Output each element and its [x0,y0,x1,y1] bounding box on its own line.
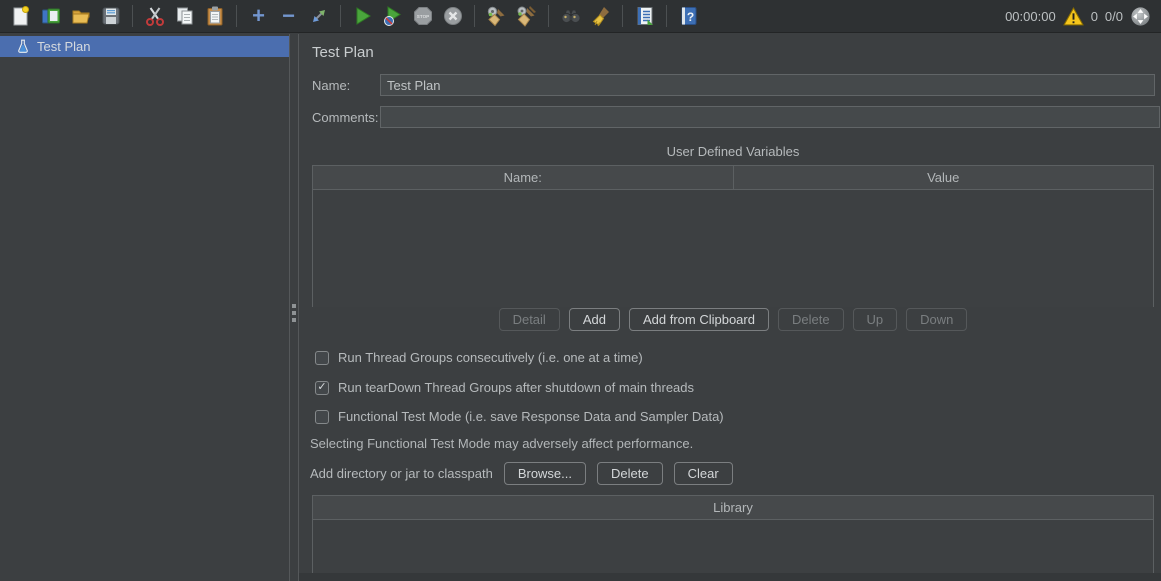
new-file-icon[interactable] [8,4,33,29]
udv-column-name: Name: [313,166,733,189]
shutdown-icon [440,4,465,29]
toolbar-separator [666,5,667,27]
checkbox-unchecked-icon[interactable] [315,351,329,365]
expand-all-icon[interactable]: + [246,4,271,29]
panel-bottom-strip [299,573,1161,581]
option-row-teardown[interactable]: Run tearDown Thread Groups after shutdow… [315,380,694,395]
cut-icon[interactable] [142,4,167,29]
library-table-body[interactable] [313,520,1153,573]
udv-table: Name: Value [312,165,1154,307]
toolbar-separator [622,5,623,27]
toolbar-separator [236,5,237,27]
toolbar-separator [340,5,341,27]
browse-button[interactable]: Browse... [504,462,586,485]
clear-all-icon[interactable] [514,4,539,29]
start-no-pauses-icon[interactable] [380,4,405,29]
udv-table-header: Name: Value [313,166,1153,190]
copy-icon[interactable] [172,4,197,29]
classpath-label: Add directory or jar to classpath [310,466,493,481]
option-label: Functional Test Mode (i.e. save Response… [338,409,724,424]
library-table: Library [312,495,1154,573]
tree-item-label: Test Plan [37,39,90,54]
warning-icon[interactable] [1063,7,1084,26]
comments-label: Comments: [312,110,378,125]
option-row-functional-mode[interactable]: Functional Test Mode (i.e. save Response… [315,409,724,424]
paste-icon[interactable] [202,4,227,29]
name-label: Name: [312,78,350,93]
page-title: Test Plan [312,44,374,61]
stop-icon: STOP [410,4,435,29]
toolbar-separator [474,5,475,27]
toolbar-separator [548,5,549,27]
option-row-consecutive[interactable]: Run Thread Groups consecutively (i.e. on… [315,350,643,365]
down-button: Down [906,308,967,331]
up-button: Up [853,308,898,331]
test-plan-flask-icon [16,39,30,54]
clear-search-icon[interactable] [588,4,613,29]
panel-splitter[interactable] [289,34,299,581]
add-from-clipboard-button[interactable]: Add from Clipboard [629,308,769,331]
open-icon[interactable] [68,4,93,29]
test-plan-tree: Test Plan [0,34,289,581]
toggle-icon[interactable] [306,4,331,29]
collapse-all-icon[interactable]: − [276,4,301,29]
library-table-header: Library [313,496,1153,520]
warning-count: 0 [1091,9,1098,24]
splitter-grip[interactable] [292,304,296,322]
thread-ratio: 0/0 [1105,9,1123,24]
save-icon[interactable] [98,4,123,29]
functional-mode-note: Selecting Functional Test Mode may adver… [310,436,693,451]
comments-input[interactable] [380,106,1160,128]
active-threads-indicator-icon [1130,6,1151,27]
udv-button-row: Detail Add Add from Clipboard Delete Up … [312,308,1154,331]
checkbox-unchecked-icon[interactable] [315,410,329,424]
toolbar-separator [132,5,133,27]
classpath-delete-button[interactable]: Delete [597,462,663,485]
function-helper-icon[interactable] [632,4,657,29]
toolbar-status-cluster: 00:00:00 0 0/0 [1005,6,1151,27]
tree-item-test-plan[interactable]: Test Plan [0,36,289,57]
elapsed-timer: 00:00:00 [1005,9,1056,24]
udv-table-body[interactable] [313,190,1153,307]
clear-icon[interactable] [484,4,509,29]
name-input[interactable] [380,74,1155,96]
delete-button: Delete [778,308,844,331]
help-icon[interactable]: ? [676,4,701,29]
classpath-row: Add directory or jar to classpath Browse… [310,462,733,485]
start-icon[interactable] [350,4,375,29]
option-label: Run Thread Groups consecutively (i.e. on… [338,350,643,365]
test-plan-panel: Test Plan Name: Comments: User Defined V… [299,34,1161,581]
add-button[interactable]: Add [569,308,620,331]
option-label: Run tearDown Thread Groups after shutdow… [338,380,694,395]
udv-column-value: Value [733,166,1154,189]
library-column-header: Library [313,496,1153,519]
svg-text:?: ? [686,10,693,24]
udv-section-title: User Defined Variables [312,144,1154,159]
templates-icon[interactable] [38,4,63,29]
search-icon[interactable] [558,4,583,29]
checkbox-checked-icon[interactable] [315,381,329,395]
clear-button[interactable]: Clear [674,462,733,485]
svg-text:STOP: STOP [416,14,428,19]
detail-button: Detail [499,308,560,331]
toolbar: + − STOP ? 00:00:00 0 0/0 [0,0,1161,33]
